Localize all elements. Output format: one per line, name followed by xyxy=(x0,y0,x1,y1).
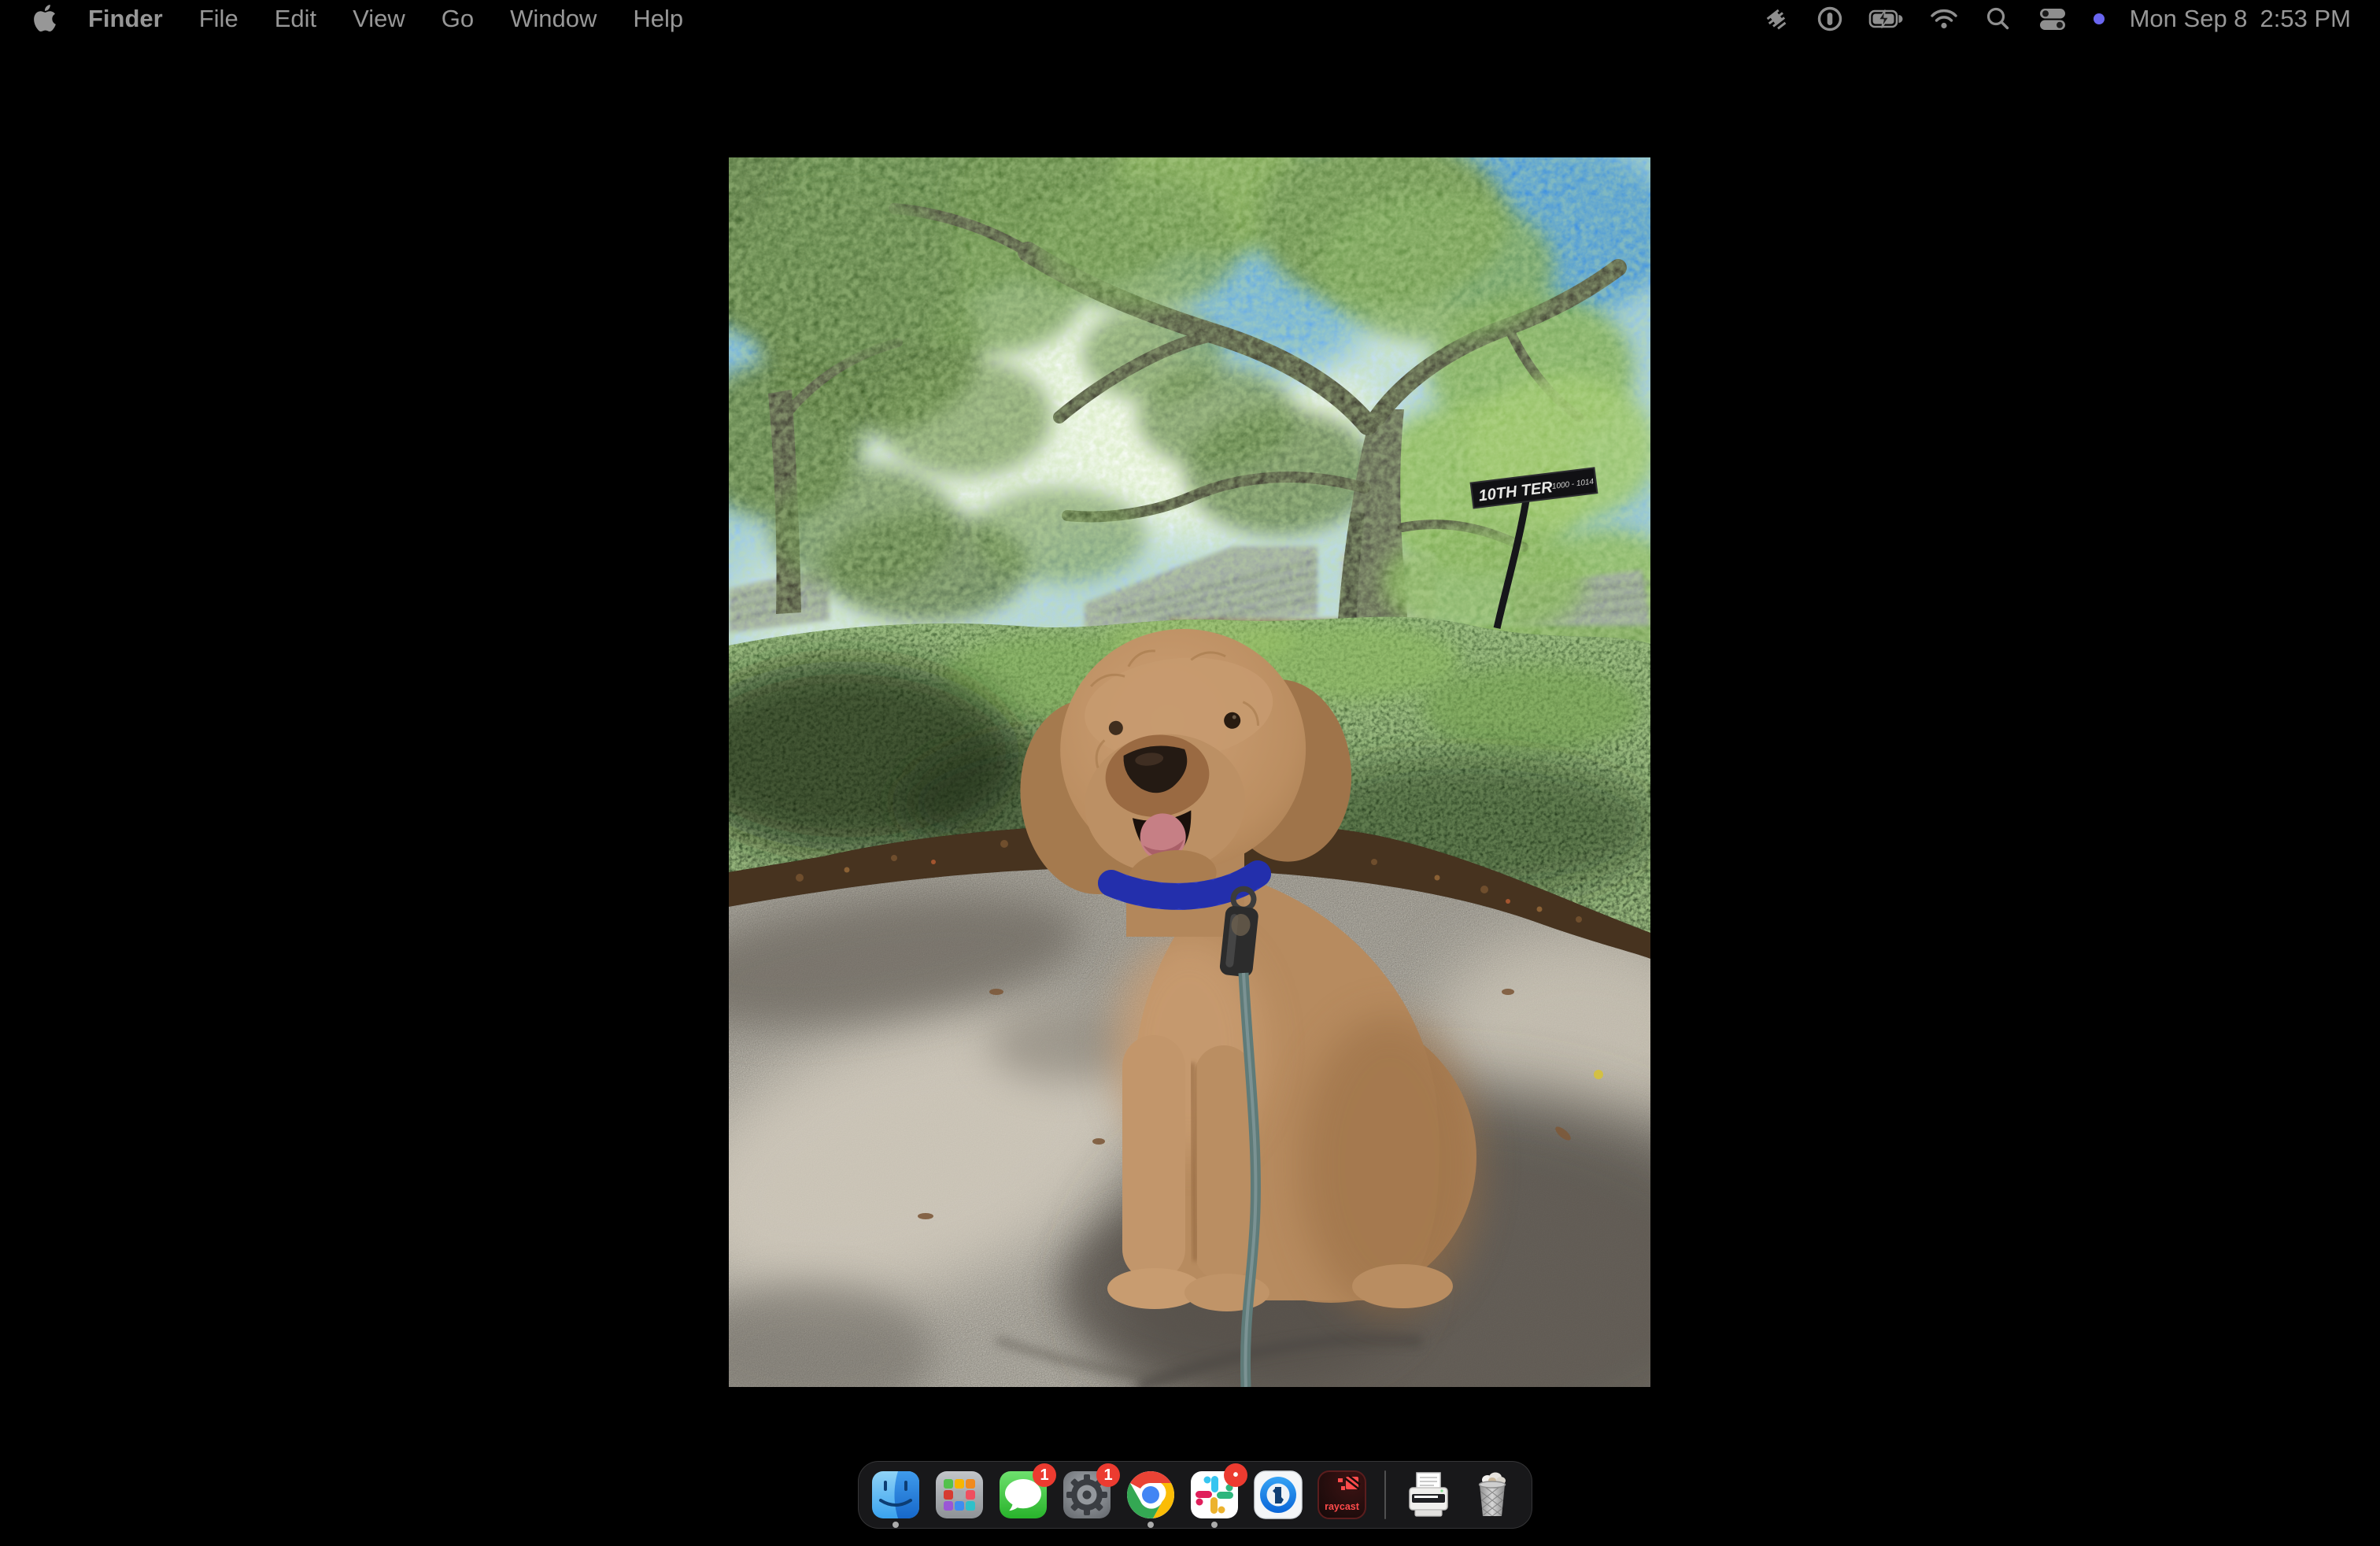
dock-slack-icon[interactable]: • xyxy=(1188,1469,1240,1521)
hatched-flag-icon[interactable] xyxy=(1761,4,1791,34)
status-bar: Mon Sep 8 2:53 PM xyxy=(1761,4,2351,34)
dock-divider xyxy=(1384,1470,1386,1519)
clock-time: 2:53 PM xyxy=(2260,5,2351,33)
menu-file[interactable]: File xyxy=(199,5,238,33)
running-indicator-chrome xyxy=(1148,1522,1154,1528)
spotlight-search-icon[interactable] xyxy=(1983,4,2013,34)
badge-settings: 1 xyxy=(1096,1463,1120,1487)
active-app-name[interactable]: Finder xyxy=(88,5,163,33)
desktop[interactable]: { "menu_bar": { "app_name": "Finder", "m… xyxy=(0,0,2380,1546)
dock: 1 1 xyxy=(858,1461,1532,1529)
app-menus: File Edit View Go Window Help xyxy=(199,5,683,33)
dock-printer-icon[interactable] xyxy=(1402,1469,1454,1521)
running-indicator-finder xyxy=(893,1522,899,1528)
menu-help[interactable]: Help xyxy=(633,5,683,33)
menu-window[interactable]: Window xyxy=(510,5,597,33)
apple-menu-icon[interactable] xyxy=(31,2,58,34)
dock-messages-icon[interactable]: 1 xyxy=(997,1469,1049,1521)
menu-view[interactable]: View xyxy=(353,5,405,33)
foreground-foliage xyxy=(729,157,1650,677)
dock-1password-icon[interactable] xyxy=(1252,1469,1304,1521)
dock-raycast-icon[interactable]: raycast xyxy=(1316,1469,1368,1521)
menu-bar: Finder File Edit View Go Window Help xyxy=(0,0,2380,38)
dock-system-settings-icon[interactable]: 1 xyxy=(1061,1469,1113,1521)
wifi-icon[interactable] xyxy=(1928,4,1960,34)
raycast-label: raycast xyxy=(1325,1501,1360,1512)
dock-trash-icon[interactable] xyxy=(1466,1469,1518,1521)
menu-go[interactable]: Go xyxy=(442,5,474,33)
photo-illustration: 10TH TER 1000 - 1014 xyxy=(729,157,1650,1387)
badge-slack: • xyxy=(1224,1463,1247,1487)
control-center-icon[interactable] xyxy=(2037,4,2068,34)
one-password-icon[interactable] xyxy=(1815,4,1845,34)
dock-chrome-icon[interactable] xyxy=(1125,1469,1177,1521)
clock-date: Mon Sep 8 xyxy=(2130,5,2248,33)
menu-edit[interactable]: Edit xyxy=(275,5,316,33)
battery-charging-icon[interactable] xyxy=(1868,4,1905,34)
badge-messages: 1 xyxy=(1033,1463,1056,1487)
menu-bar-clock[interactable]: Mon Sep 8 2:53 PM xyxy=(2130,5,2351,33)
dock-launchpad-icon[interactable] xyxy=(933,1469,985,1521)
recording-indicator-dot xyxy=(2092,12,2106,26)
running-indicator-slack xyxy=(1211,1522,1218,1528)
photo-preview-dog-on-path: 10TH TER 1000 - 1014 xyxy=(729,157,1650,1387)
dock-finder-icon[interactable] xyxy=(870,1469,922,1521)
